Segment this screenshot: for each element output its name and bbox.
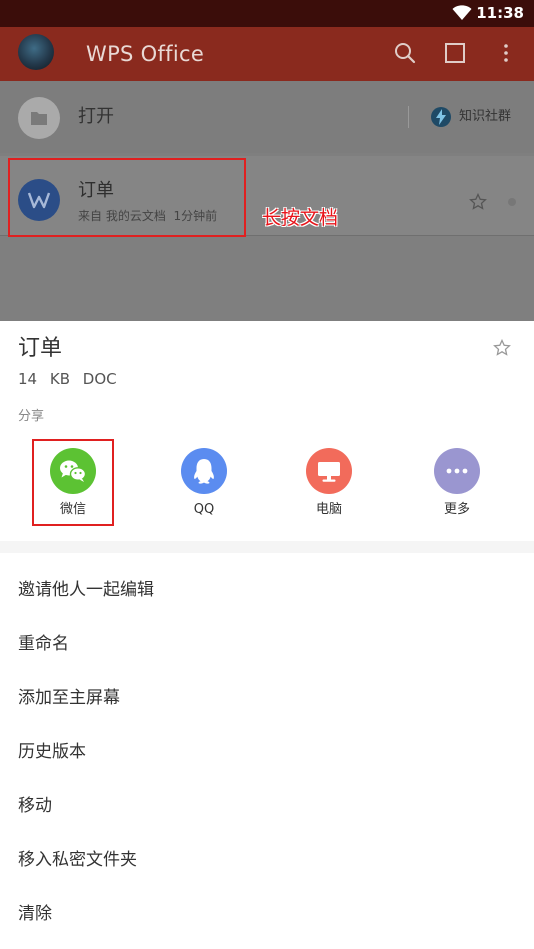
open-row[interactable]: 打开 知识社群: [0, 81, 534, 153]
section-divider: [0, 541, 534, 553]
favorite-star-icon[interactable]: [493, 339, 511, 357]
status-time: 11:38: [476, 4, 524, 22]
more-dot-icon[interactable]: [508, 198, 516, 206]
open-label: 打开: [78, 106, 114, 127]
community-link[interactable]: 知识社群: [459, 108, 511, 126]
open-folder-badge: [18, 97, 60, 139]
share-more-label: 更多: [443, 502, 470, 517]
menu-label: 移动: [18, 796, 52, 816]
share-computer-button[interactable]: 电脑: [284, 447, 374, 527]
share-heading: 分享: [18, 409, 45, 424]
app-bar: WPS Office: [0, 27, 534, 81]
qq-badge: [181, 448, 227, 494]
menu-label: 历史版本: [18, 742, 86, 762]
avatar[interactable]: [18, 34, 54, 70]
menu-history-versions[interactable]: 历史版本: [0, 725, 534, 779]
menu-move[interactable]: 移动: [0, 779, 534, 833]
longpress-annotation: 长按文档: [262, 207, 339, 229]
menu-rename[interactable]: 重命名: [0, 617, 534, 671]
folder-icon: [31, 112, 47, 125]
app-title: WPS Office: [86, 42, 205, 66]
menu-label: 清除: [18, 904, 52, 924]
star-icon[interactable]: [469, 193, 487, 211]
more-badge: [434, 448, 480, 494]
overflow-menu-icon[interactable]: [495, 42, 517, 64]
file-size: 14 KB: [18, 370, 70, 388]
search-icon[interactable]: [394, 42, 416, 64]
open-row-divider: [408, 106, 409, 128]
sheet-title: 订单: [18, 336, 63, 361]
share-qq-label: QQ: [193, 502, 215, 517]
menu-move-to-private[interactable]: 移入私密文件夹: [0, 833, 534, 887]
share-computer-label: 电脑: [315, 502, 342, 517]
menu-add-to-home[interactable]: 添加至主屏幕: [0, 671, 534, 725]
share-more-button[interactable]: 更多: [412, 447, 502, 527]
computer-badge: [306, 448, 352, 494]
file-type: DOC: [82, 370, 117, 388]
menu-label: 添加至主屏幕: [18, 688, 120, 708]
file-meta: 14 KB DOC: [18, 369, 117, 389]
multi-window-icon[interactable]: [444, 42, 466, 64]
share-qq-button[interactable]: QQ: [159, 447, 249, 527]
lightning-icon[interactable]: [430, 106, 452, 128]
menu-invite-edit[interactable]: 邀请他人一起编辑: [0, 563, 534, 617]
wechat-highlight-box: [32, 439, 114, 526]
menu-clear[interactable]: 清除: [0, 887, 534, 941]
menu-label: 重命名: [18, 634, 69, 654]
computer-icon: [318, 462, 340, 482]
doc-highlight-box: [8, 158, 246, 237]
status-bar: 11:38: [0, 0, 534, 27]
bottom-sheet: 订单 14 KB DOC 分享 微信 QQ 电脑 更多 邀请他人一起编辑 重命名…: [0, 321, 534, 949]
wifi-icon: [452, 5, 472, 20]
menu-label: 移入私密文件夹: [18, 850, 137, 870]
menu-label: 邀请他人一起编辑: [18, 580, 154, 600]
more-icon: [446, 468, 468, 474]
qq-icon: [194, 459, 214, 484]
